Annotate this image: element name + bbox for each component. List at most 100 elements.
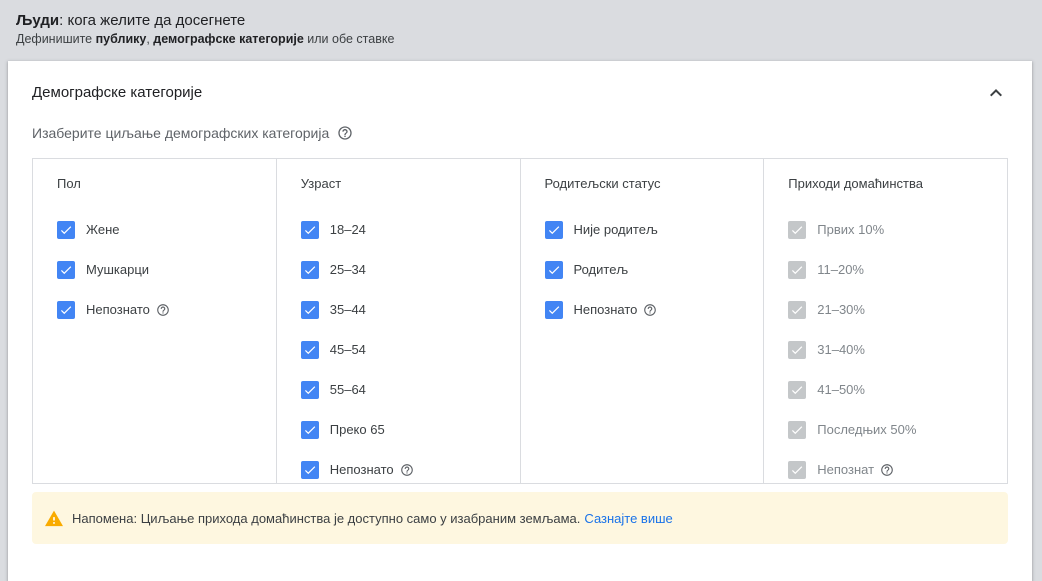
checkbox-row-not-parent[interactable]: Није родитељ <box>544 210 764 250</box>
check-icon <box>792 266 803 275</box>
checkbox-income-41-50 <box>788 381 807 399</box>
check-icon <box>792 466 803 475</box>
check-icon <box>304 466 315 475</box>
checkbox-row-parent[interactable]: Родитељ <box>544 250 764 290</box>
checkbox-label: 45–54 <box>329 342 366 357</box>
checkbox-parental-unknown[interactable] <box>544 301 563 319</box>
checkbox-age-unknown[interactable] <box>300 461 319 479</box>
checkbox-row-age-18-24[interactable]: 18–24 <box>300 210 520 250</box>
header-title-bold: Људи <box>16 12 60 29</box>
help-circle-icon[interactable] <box>337 125 353 141</box>
checkbox-label: 35–44 <box>329 302 366 317</box>
checkbox-age-18-24[interactable] <box>300 221 319 239</box>
check-icon <box>60 266 72 275</box>
checkbox-row-women[interactable]: Жене <box>57 210 276 250</box>
header-sub-audience: публику <box>95 32 147 46</box>
checkbox-row-age-unknown[interactable]: Непознато <box>300 450 520 490</box>
checkbox-label: 18–24 <box>329 222 366 237</box>
checkbox-row-income-11-20: 11–20% <box>788 250 1007 290</box>
checkbox-row-age-35-44[interactable]: 35–44 <box>300 290 520 330</box>
checkbox-row-parental-unknown[interactable]: Непознато <box>544 290 764 330</box>
checkbox-row-income-21-30: 21–30% <box>788 290 1007 330</box>
checkbox-label: Непознато <box>329 462 394 477</box>
checkbox-row-age-25-34[interactable]: 25–34 <box>300 250 520 290</box>
checkbox-row-income-unknown: Непознат <box>788 450 1007 490</box>
checkbox-age-35-44[interactable] <box>300 301 319 319</box>
page-header: Људи: кога желите да досегнете Дефинишит… <box>16 11 1026 47</box>
checkbox-income-21-30 <box>788 301 807 319</box>
checkbox-men[interactable] <box>57 261 75 279</box>
check-icon <box>548 226 559 235</box>
help-circle-icon[interactable] <box>156 303 170 317</box>
header-subtitle: Дефинишите публику, демографске категори… <box>16 31 1026 47</box>
checkbox-label: Непознато <box>86 302 150 317</box>
checkbox-label: Мушкарци <box>86 262 150 277</box>
check-icon <box>60 226 72 235</box>
checkbox-label: Непознато <box>573 302 638 317</box>
targeting-subtitle-text: Изаберите циљање демографских категорија <box>32 125 330 141</box>
help-circle-icon[interactable] <box>643 303 657 317</box>
column-header-income: Приходи домаћинства <box>788 176 923 191</box>
checkbox-parent[interactable] <box>544 261 563 279</box>
checkbox-row-age-55-64[interactable]: 55–64 <box>300 370 520 410</box>
checkbox-label: Није родитељ <box>573 222 658 237</box>
check-icon <box>548 266 559 275</box>
check-icon <box>792 346 803 355</box>
checkbox-row-gender-unknown[interactable]: Непознато <box>57 290 276 330</box>
checkbox-label: Првих 10% <box>817 222 885 237</box>
check-icon <box>304 226 315 235</box>
checkbox-row-income-41-50: 41–50% <box>788 370 1007 410</box>
checkbox-label: 41–50% <box>817 382 865 397</box>
header-title: Људи: кога желите да досегнете <box>16 11 1026 31</box>
checkbox-income-11-20 <box>788 261 807 279</box>
column-header-parental: Родитељски статус <box>544 176 661 191</box>
checkbox-label: Непознат <box>817 462 875 477</box>
help-circle-icon[interactable] <box>400 463 414 477</box>
check-icon <box>792 426 803 435</box>
checkbox-age-25-34[interactable] <box>300 261 319 279</box>
checkbox-label: 21–30% <box>817 302 865 317</box>
header-sub-prefix: Дефинишите <box>16 32 96 46</box>
checkbox-label: 31–40% <box>817 342 865 357</box>
checkbox-row-men[interactable]: Мушкарци <box>57 250 276 290</box>
help-circle-icon[interactable] <box>880 463 894 477</box>
warning-icon <box>44 509 64 527</box>
check-icon <box>548 306 559 315</box>
checkbox-row-age-65-plus[interactable]: Преко 65 <box>300 410 520 450</box>
checkbox-income-bottom-50 <box>788 421 807 439</box>
header-sub-suffix: или обе ставке <box>303 32 395 46</box>
check-icon <box>60 306 72 315</box>
column-parental-status: Родитељски статус Није родитељ Родитељ Н… <box>521 159 765 483</box>
check-icon <box>304 346 315 355</box>
check-icon <box>304 426 315 435</box>
learn-more-link[interactable]: Сазнајте више <box>584 511 672 526</box>
check-icon <box>304 306 315 315</box>
card-title: Демографске категорије <box>32 84 203 101</box>
check-icon <box>304 266 315 275</box>
header-title-rest: : кога желите да досегнете <box>59 12 246 29</box>
checkbox-income-31-40 <box>788 341 807 359</box>
checkbox-women[interactable] <box>57 221 75 239</box>
checkbox-not-parent[interactable] <box>544 221 563 239</box>
checkbox-label: Родитељ <box>573 262 629 277</box>
checkbox-label: 55–64 <box>329 382 366 397</box>
checkbox-row-age-45-54[interactable]: 45–54 <box>300 330 520 370</box>
notice-text: Напомена: Циљање прихода домаћинства је … <box>72 510 581 526</box>
check-icon <box>792 226 803 235</box>
header-sub-demographics: демографске категорије <box>153 32 304 46</box>
checkbox-gender-unknown[interactable] <box>57 301 75 319</box>
collapse-button[interactable] <box>984 81 1008 105</box>
checkbox-age-45-54[interactable] <box>300 341 319 359</box>
income-notice: Напомена: Циљање прихода домаћинства је … <box>32 492 1008 544</box>
chevron-up-icon <box>990 89 1002 97</box>
checkbox-label: Жене <box>86 222 120 237</box>
column-header-age: Узраст <box>300 176 342 191</box>
checkbox-age-55-64[interactable] <box>300 381 319 399</box>
checkbox-label: Преко 65 <box>329 422 385 437</box>
checkbox-row-income-top-10: Првих 10% <box>788 210 1007 250</box>
column-household-income: Приходи домаћинства Првих 10% 11–20% 21–… <box>764 159 1007 483</box>
checkbox-age-65-plus[interactable] <box>300 421 319 439</box>
checkbox-income-unknown <box>788 461 807 479</box>
check-icon <box>792 306 803 315</box>
checkbox-label: 25–34 <box>329 262 366 277</box>
